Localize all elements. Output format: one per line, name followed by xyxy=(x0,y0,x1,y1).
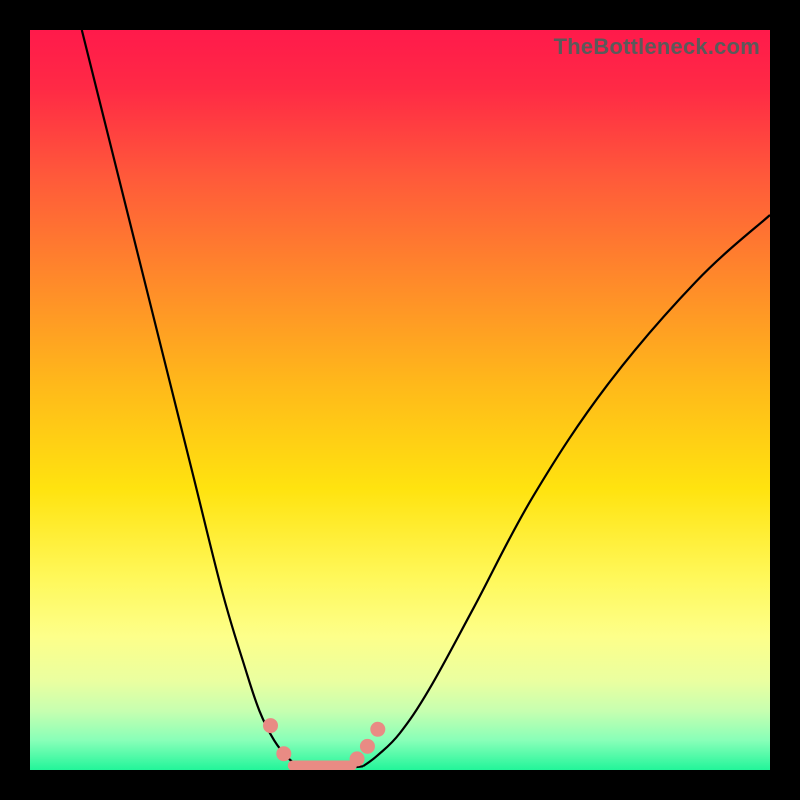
chart-canvas: TheBottleneck.com xyxy=(0,0,800,800)
marker-group xyxy=(263,718,385,766)
data-marker xyxy=(263,718,278,733)
data-marker xyxy=(350,751,365,766)
left-curve xyxy=(82,30,300,766)
curve-layer xyxy=(30,30,770,770)
data-marker xyxy=(360,739,375,754)
data-marker xyxy=(370,722,385,737)
plot-area: TheBottleneck.com xyxy=(30,30,770,770)
right-curve xyxy=(363,215,770,766)
data-marker xyxy=(276,746,291,761)
